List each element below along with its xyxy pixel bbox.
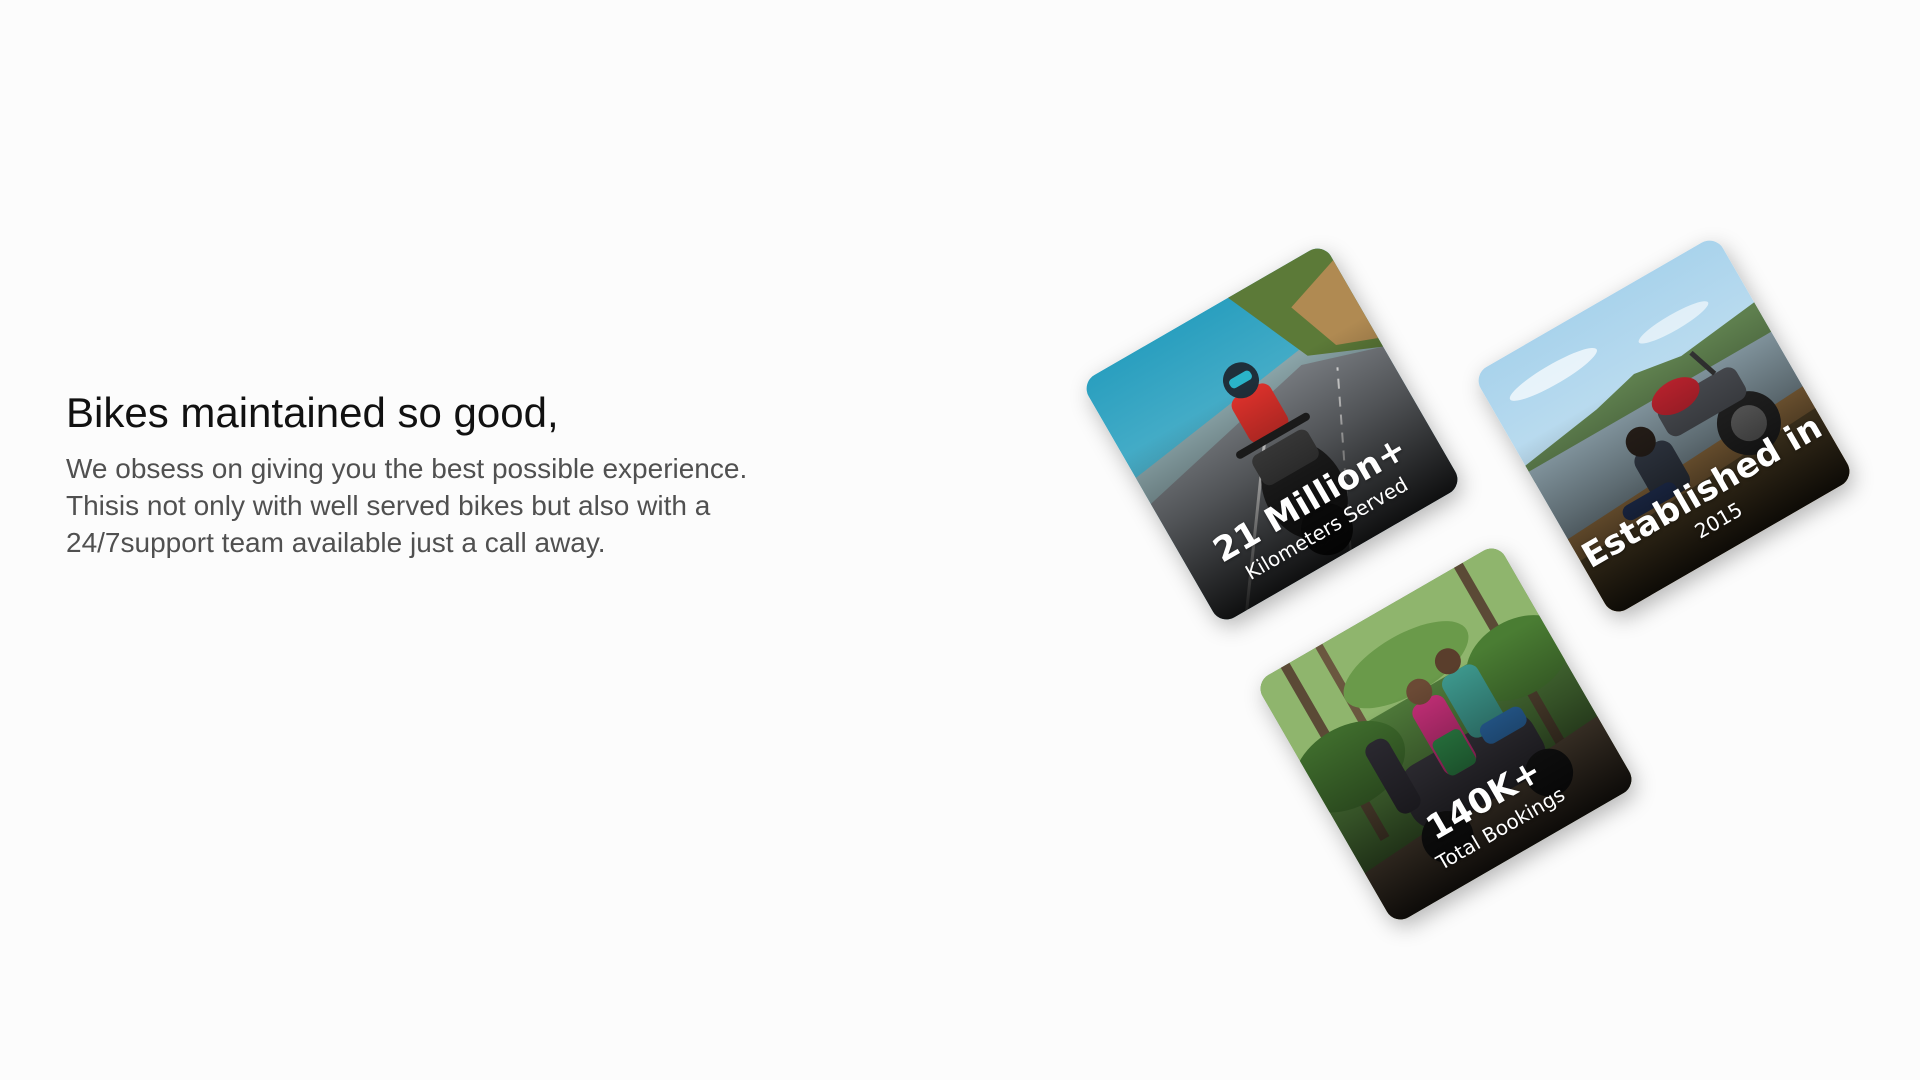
stat-card-established: Established in 2015	[1472, 234, 1856, 618]
section-heading: Bikes maintained so good,	[66, 389, 559, 436]
intro-section: Bikes maintained so good, We obsess on g…	[66, 388, 766, 561]
section-description: We obsess on giving you the best possibl…	[66, 453, 748, 558]
stat-card-kilometers: 21 Million+ Kilometers Served	[1080, 242, 1464, 626]
stat-card-bookings: 140K+ Total Bookings	[1254, 542, 1638, 926]
